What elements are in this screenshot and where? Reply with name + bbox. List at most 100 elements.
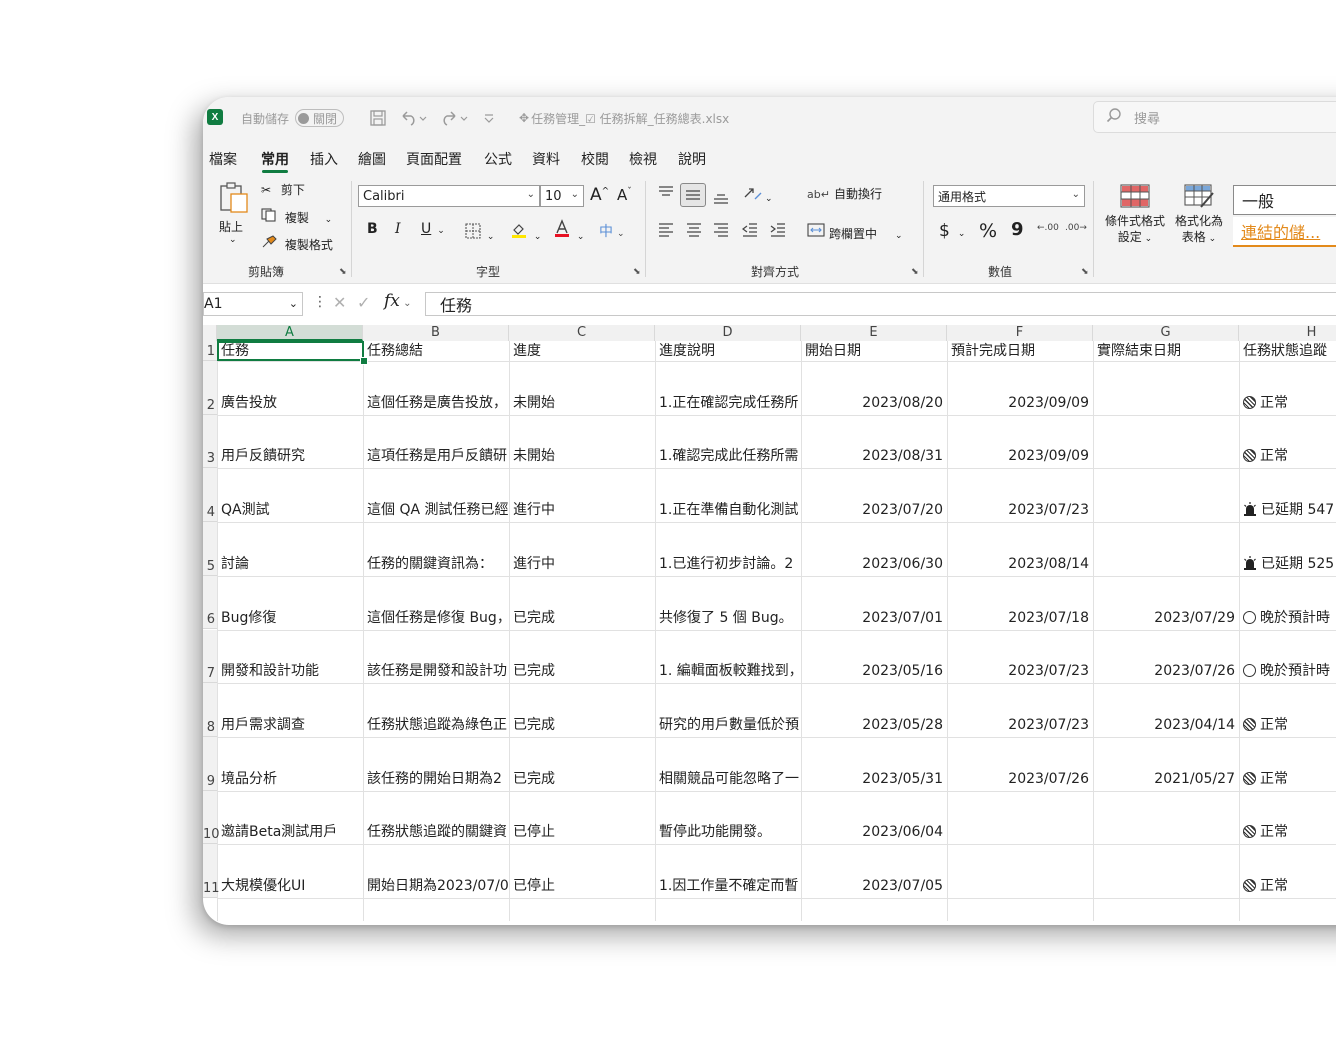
format-painter-button[interactable]: 複製格式	[261, 235, 333, 253]
cell-f[interactable]: 2023/07/18	[947, 608, 1093, 628]
cell-a[interactable]: 境品分析	[217, 769, 363, 789]
font-launcher-icon[interactable]: ⬊	[633, 267, 641, 277]
cell-h[interactable]: 正常	[1239, 393, 1336, 413]
column-header-a[interactable]: A	[217, 325, 363, 341]
column-header-c[interactable]: C	[509, 325, 655, 341]
fill-handle[interactable]	[360, 357, 368, 365]
column-header-d[interactable]: D	[655, 325, 801, 341]
wrap-text-button[interactable]: ab↵ 自動換行	[807, 185, 882, 202]
row-header[interactable]: 7	[203, 629, 217, 684]
column-header-e[interactable]: E	[801, 325, 947, 341]
more-options-icon[interactable]: ⋮	[313, 294, 327, 310]
fill-color-button[interactable]: ⌄	[510, 221, 541, 242]
cell-d[interactable]: 1. 編輯面板較難找到，	[655, 661, 801, 681]
cell-h[interactable]: 晚於預計時	[1239, 608, 1336, 628]
cell-h[interactable]: 正常	[1239, 446, 1336, 466]
increase-indent-icon[interactable]	[769, 221, 787, 240]
row-header[interactable]: 9	[203, 736, 217, 791]
select-all-corner[interactable]	[203, 325, 217, 341]
cell-e[interactable]: 2023/08/20	[801, 393, 947, 413]
save-icon[interactable]	[369, 97, 387, 139]
merge-center-button[interactable]: 跨欄置中 ⌄	[807, 222, 903, 242]
cell-a[interactable]: 邀請Beta測試用戶	[217, 822, 363, 842]
cell-f[interactable]: 2023/09/09	[947, 393, 1093, 413]
row-header[interactable]: 5	[203, 522, 217, 576]
align-right-icon[interactable]	[712, 221, 730, 240]
cell-d[interactable]: 1.正在準備自動化測試	[655, 500, 801, 520]
cell-d[interactable]: 1.正在確認完成任務所	[655, 393, 801, 413]
cell-f[interactable]: 2023/09/09	[947, 446, 1093, 466]
cell-h[interactable]: 正常	[1239, 822, 1336, 842]
confirm-entry-icon[interactable]: ✓	[357, 293, 370, 312]
tab-data[interactable]: 資料	[532, 149, 560, 169]
cell-c[interactable]: 未開始	[509, 393, 655, 413]
cell-d[interactable]: 暫停此功能開發。	[655, 822, 801, 842]
cell-e[interactable]: 2023/08/31	[801, 446, 947, 466]
row-header[interactable]: 4	[203, 468, 217, 523]
increase-decimal-button[interactable]: ←.00	[1037, 223, 1059, 233]
format-as-table-button[interactable]: 格式化為 表格 ⌄	[1175, 183, 1223, 247]
cell-e[interactable]: 2023/07/05	[801, 876, 947, 896]
decrease-indent-icon[interactable]	[741, 221, 759, 240]
header-cell-b[interactable]: 任務總結	[363, 341, 509, 361]
name-box[interactable]: A1 ⌄	[203, 292, 303, 316]
cell-b[interactable]: 這個任務是修復 Bug，	[363, 608, 509, 628]
cell-c[interactable]: 已停止	[509, 822, 655, 842]
row-header[interactable]: 10	[203, 790, 220, 845]
insert-function-button[interactable]: fx ⌄	[384, 291, 411, 311]
cell-g[interactable]: 2021/05/27	[1093, 769, 1239, 789]
chevron-down-icon[interactable]: ⌄	[289, 297, 298, 310]
cell-g[interactable]	[1093, 393, 1239, 413]
tab-draw[interactable]: 繪圖	[358, 149, 386, 169]
row-header[interactable]: 2	[203, 361, 217, 415]
align-top-icon[interactable]	[657, 185, 675, 204]
row-header[interactable]: 11	[203, 844, 220, 898]
copy-button[interactable]: 複製 ⌄	[261, 208, 332, 226]
row-header[interactable]: 8	[203, 683, 217, 737]
cell-g[interactable]	[1093, 876, 1239, 896]
cell-d[interactable]: 1.確認完成此任務所需	[655, 446, 801, 466]
align-center-icon[interactable]	[685, 221, 703, 240]
cell-h[interactable]: 已延期 547	[1239, 500, 1336, 520]
column-header-g[interactable]: G	[1093, 325, 1239, 341]
cell-b[interactable]: 這項任務是用戶反饋研	[363, 446, 509, 466]
cell-b[interactable]: 這個任務是廣告投放，	[363, 393, 509, 413]
cell-b[interactable]: 這個 QA 測試任務已經	[363, 500, 509, 520]
alignment-launcher-icon[interactable]: ⬊	[911, 267, 919, 277]
cell-d[interactable]: 1.因工作量不確定而暫	[655, 876, 801, 896]
cell-e[interactable]: 2023/06/04	[801, 822, 947, 842]
header-cell-e[interactable]: 開始日期	[801, 341, 947, 361]
cell-g[interactable]	[1093, 500, 1239, 520]
cell-b[interactable]: 任務狀態追蹤為綠色正	[363, 715, 509, 735]
cell-g[interactable]: 2023/04/14	[1093, 715, 1239, 735]
column-header-h[interactable]: H	[1239, 325, 1336, 341]
paste-button[interactable]: 貼上 ⌄	[217, 181, 251, 245]
cell-a[interactable]: 用戶反饋研究	[217, 446, 363, 466]
shrink-font-button[interactable]: Aˇ	[617, 186, 632, 204]
phonetic-button[interactable]: 中 ⌄	[599, 221, 625, 241]
header-cell-c[interactable]: 進度	[509, 341, 655, 361]
header-cell-d[interactable]: 進度說明	[655, 341, 801, 361]
cell-e[interactable]: 2023/07/01	[801, 608, 947, 628]
cell-c[interactable]: 進行中	[509, 554, 655, 574]
cell-a[interactable]: 討論	[217, 554, 363, 574]
cell-c[interactable]: 進行中	[509, 500, 655, 520]
undo-icon[interactable]	[399, 97, 429, 139]
header-cell-g[interactable]: 實際結束日期	[1093, 341, 1239, 361]
row-header[interactable]: 3	[203, 414, 217, 469]
cell-h[interactable]: 正常	[1239, 876, 1336, 896]
italic-button[interactable]: I	[395, 221, 401, 237]
column-header-f[interactable]: F	[947, 325, 1093, 341]
align-left-icon[interactable]	[657, 221, 675, 240]
cell-e[interactable]: 2023/06/30	[801, 554, 947, 574]
cell-g[interactable]	[1093, 554, 1239, 574]
cell-f[interactable]: 2023/07/23	[947, 500, 1093, 520]
align-middle-icon[interactable]	[680, 183, 706, 207]
clipboard-launcher-icon[interactable]: ⬊	[339, 267, 347, 277]
cell-c[interactable]: 已停止	[509, 876, 655, 896]
cell-f[interactable]	[947, 822, 1093, 842]
cell-b[interactable]: 該任務的開始日期為2	[363, 769, 509, 789]
cell-f[interactable]	[947, 876, 1093, 896]
decrease-decimal-button[interactable]: .00→	[1065, 223, 1087, 233]
cell-e[interactable]: 2023/05/16	[801, 661, 947, 681]
